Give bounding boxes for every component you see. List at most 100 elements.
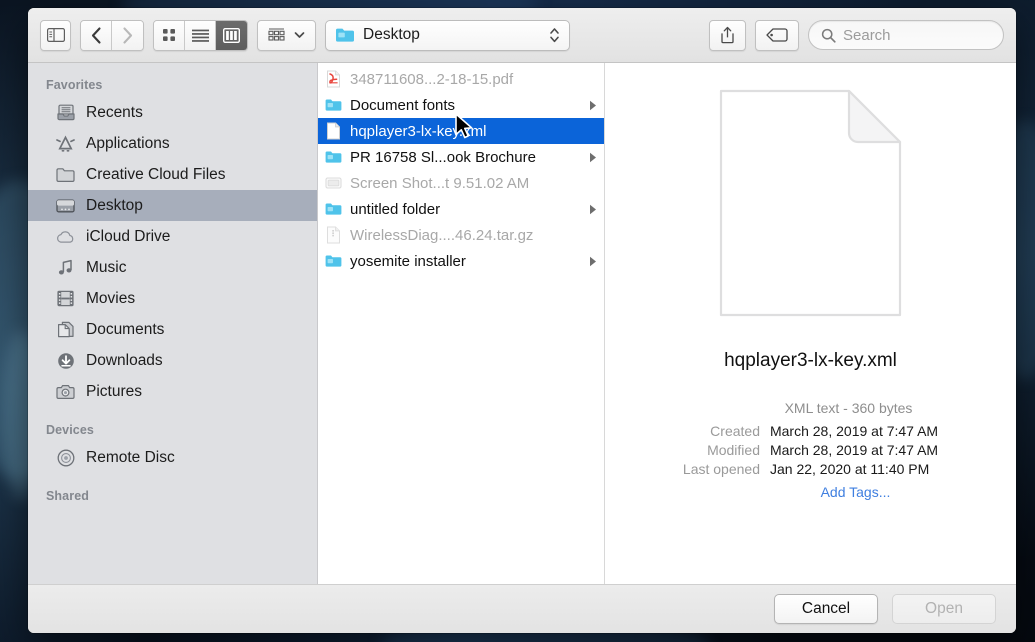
downloads-icon — [56, 351, 75, 370]
metadata-key: Modified — [707, 442, 760, 458]
sidebar-item-label: Recents — [86, 103, 143, 121]
sidebar-item-icloud-drive[interactable]: iCloud Drive — [28, 221, 317, 252]
pictures-icon — [56, 382, 75, 401]
file-row[interactable]: yosemite installer — [318, 248, 604, 274]
metadata-value: March 28, 2019 at 7:47 AM — [769, 423, 939, 439]
share-button[interactable] — [709, 19, 746, 51]
sidebar-item-label: Documents — [86, 320, 165, 338]
sidebar-item-creative-cloud-files[interactable]: Creative Cloud Files — [28, 159, 317, 190]
back-button[interactable] — [81, 20, 112, 50]
search-icon — [821, 28, 836, 43]
cancel-button[interactable]: Cancel — [774, 594, 878, 624]
metadata-value: March 28, 2019 at 7:47 AM — [769, 442, 939, 458]
folder-icon — [325, 200, 342, 219]
action-menu-button[interactable] — [257, 19, 316, 51]
file-row[interactable]: Screen Shot...t 9.51.02 AM — [318, 170, 604, 196]
list-icon — [191, 29, 209, 42]
applications-icon — [56, 134, 75, 153]
add-tags-link[interactable]: Add Tags... — [731, 484, 891, 500]
open-file-dialog: Desktop Search Favorites Recents Applica… — [28, 8, 1016, 633]
pdf-icon — [325, 70, 342, 89]
file-row[interactable]: untitled folder — [318, 196, 604, 222]
disclosure-arrow-icon — [588, 256, 598, 267]
navigation-buttons — [80, 19, 144, 51]
metadata-key: Last opened — [682, 461, 760, 477]
search-field[interactable]: Search — [808, 20, 1004, 50]
file-row[interactable]: hqplayer3-lx-key.xml — [318, 118, 604, 144]
preview-pane: hqplayer3-lx-key.xml XML text - 360 byte… — [605, 63, 1016, 584]
sidebar-item-label: Music — [86, 258, 127, 276]
path-popup-button[interactable]: Desktop — [325, 19, 570, 51]
sidebar: Favorites Recents Applications Creative … — [28, 63, 318, 584]
folder-icon — [325, 148, 342, 167]
sidebar-item-remote-disc[interactable]: Remote Disc — [28, 442, 317, 473]
desktop-background: Desktop Search Favorites Recents Applica… — [0, 0, 1035, 642]
sidebar-item-recents[interactable]: Recents — [28, 97, 317, 128]
sidebar-item-label: Desktop — [86, 196, 143, 214]
dialog-body: Favorites Recents Applications Creative … — [28, 63, 1016, 584]
file-name: PR 16758 Sl...ook Brochure — [350, 148, 536, 166]
archive-icon — [325, 226, 342, 245]
share-icon — [721, 26, 734, 44]
sidebar-toggle-button[interactable] — [40, 19, 71, 51]
action-grid-icon — [268, 28, 285, 41]
disclosure-arrow-icon — [588, 204, 598, 215]
file-row[interactable]: Document fonts — [318, 92, 604, 118]
column-view-button[interactable] — [216, 20, 247, 50]
sidebar-item-label: Movies — [86, 289, 136, 307]
forward-button[interactable] — [112, 20, 143, 50]
chevron-right-icon — [123, 26, 133, 44]
file-row[interactable]: 348711608...2-18-15.pdf — [318, 66, 604, 92]
file-name: 348711608...2-18-15.pdf — [350, 70, 514, 88]
path-popup-label: Desktop — [363, 26, 420, 43]
sidebar-item-label: iCloud Drive — [86, 227, 171, 245]
metadata-key: Created — [710, 423, 760, 439]
sidebar-item-downloads[interactable]: Downloads — [28, 345, 317, 376]
sidebar-item-movies[interactable]: Movies — [28, 283, 317, 314]
list-view-button[interactable] — [185, 20, 216, 50]
chevron-down-icon — [294, 32, 305, 38]
sidebar-item-label: Remote Disc — [86, 448, 175, 466]
cloud-icon — [56, 227, 75, 246]
music-icon — [56, 258, 75, 277]
up-down-chevron-icon — [550, 28, 559, 43]
view-mode-buttons — [153, 19, 248, 51]
open-button[interactable]: Open — [892, 594, 996, 624]
image-icon — [325, 174, 342, 193]
disc-icon — [56, 448, 75, 467]
file-name: hqplayer3-lx-key.xml — [350, 122, 487, 140]
file-row[interactable]: WirelessDiag....46.24.tar.gz — [318, 222, 604, 248]
icon-view-button[interactable] — [154, 20, 185, 50]
sidebar-item-applications[interactable]: Applications — [28, 128, 317, 159]
folder-icon — [56, 165, 75, 184]
movies-icon — [56, 289, 75, 308]
desktop-icon — [56, 196, 75, 215]
sidebar-header-favorites: Favorites — [46, 78, 103, 92]
file-name: Screen Shot...t 9.51.02 AM — [350, 174, 530, 192]
document-icon — [325, 122, 342, 141]
search-placeholder: Search — [843, 26, 891, 44]
preview-metadata: Created March 28, 2019 at 7:47 AM Modifi… — [683, 423, 938, 477]
sidebar-item-desktop[interactable]: Desktop — [28, 190, 317, 221]
preview-filename: hqplayer3-lx-key.xml — [724, 350, 897, 371]
preview-kind-size: XML text - 360 bytes — [784, 400, 913, 416]
dialog-footer: Cancel Open — [28, 584, 1016, 633]
sidebar-item-documents[interactable]: Documents — [28, 314, 317, 345]
disclosure-arrow-icon — [588, 152, 598, 163]
chevron-left-icon — [91, 26, 101, 44]
file-name: WirelessDiag....46.24.tar.gz — [350, 226, 534, 244]
sidebar-header-devices: Devices — [46, 423, 94, 437]
folder-icon — [325, 96, 342, 115]
file-list-column[interactable]: 348711608...2-18-15.pdf Document fonts h… — [318, 63, 605, 584]
documents-icon — [56, 320, 75, 339]
folder-icon — [325, 252, 342, 271]
sidebar-item-music[interactable]: Music — [28, 252, 317, 283]
preview-document-icon — [718, 87, 903, 324]
recents-icon — [56, 103, 75, 122]
sidebar-item-pictures[interactable]: Pictures — [28, 376, 317, 407]
disclosure-arrow-icon — [588, 100, 598, 111]
grid-icon — [163, 29, 175, 41]
file-row[interactable]: PR 16758 Sl...ook Brochure — [318, 144, 604, 170]
sidebar-icon — [46, 28, 65, 42]
tags-button[interactable] — [755, 19, 799, 51]
